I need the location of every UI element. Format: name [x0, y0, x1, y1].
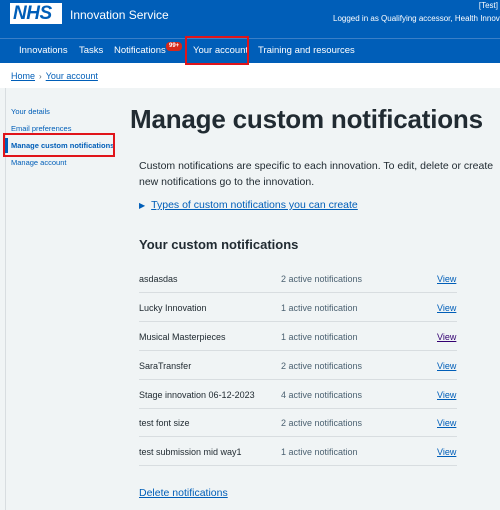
sidebar-highlight-box — [3, 133, 115, 157]
table-row: test font size 2 active notifications Vi… — [139, 408, 457, 437]
table-row: SaraTransfer 2 active notifications View — [139, 351, 457, 380]
service-name[interactable]: Innovation Service — [70, 8, 169, 22]
nhs-logo[interactable]: NHS — [10, 3, 62, 24]
nav-item-innovations[interactable]: Innovations — [19, 45, 68, 56]
your-account-highlight-box — [185, 36, 249, 65]
nav-item-tasks[interactable]: Tasks — [79, 45, 103, 56]
view-link[interactable]: View — [437, 390, 456, 400]
innovation-name: Stage innovation 06-12-2023 — [139, 390, 255, 400]
innovation-name: SaraTransfer — [139, 361, 192, 371]
innovation-name: test font size — [139, 418, 190, 428]
intro-text: Custom notifications are specific to eac… — [139, 160, 494, 188]
delete-notifications-link[interactable]: Delete notifications — [139, 487, 228, 499]
table-row: Musical Masterpieces 1 active notificati… — [139, 322, 457, 351]
table-row: test submission mid way1 1 active notifi… — [139, 437, 457, 466]
nav-item-notifications[interactable]: Notifications — [114, 45, 166, 56]
table-row: Lucky Innovation 1 active notification V… — [139, 293, 457, 322]
notification-count: 1 active notification — [281, 332, 358, 342]
section-title: Your custom notifications — [139, 237, 299, 252]
view-link[interactable]: View — [437, 361, 456, 371]
notification-count: 2 active notifications — [281, 418, 363, 428]
nav-item-training-and-resources[interactable]: Training and resources — [258, 45, 355, 56]
view-link[interactable]: View — [437, 303, 456, 313]
innovation-name: Musical Masterpieces — [139, 332, 226, 342]
logged-in-status: Logged in as Qualifying accessor, Health… — [333, 14, 500, 23]
triangle-right-icon: ▶ — [139, 201, 146, 210]
view-link[interactable]: View — [437, 332, 456, 342]
breadcrumb-your-account-link[interactable]: Your account — [46, 71, 98, 81]
notification-count: 1 active notification — [281, 447, 358, 457]
table-row: Stage innovation 06-12-2023 4 active not… — [139, 380, 457, 409]
sidebar-item-your-details[interactable]: Your details — [11, 107, 50, 116]
innovation-name: Lucky Innovation — [139, 303, 207, 313]
notification-count: 1 active notification — [281, 303, 358, 313]
environment-tag: [Test] — [478, 1, 498, 10]
view-link[interactable]: View — [437, 418, 456, 428]
breadcrumb-home-link[interactable]: Home — [11, 71, 35, 81]
notification-count: 2 active notifications — [281, 361, 363, 371]
table-row: asdasdas 2 active notifications View — [139, 264, 457, 293]
sidebar-item-email-preferences[interactable]: Email preferences — [11, 124, 71, 133]
sidebar-item-manage-account[interactable]: Manage account — [11, 158, 66, 167]
innovation-name: test submission mid way1 — [139, 447, 242, 457]
notification-count: 4 active notifications — [281, 390, 363, 400]
site-header: NHS Innovation Service [Test] Logged in … — [0, 0, 500, 38]
chevron-right-icon: › — [39, 72, 42, 81]
view-link[interactable]: View — [437, 274, 456, 284]
view-link[interactable]: View — [437, 447, 456, 457]
types-details-toggle[interactable]: ▶ Types of custom notifications you can c… — [139, 199, 358, 211]
nhs-logo-text: NHS — [13, 3, 52, 24]
main-navigation: Innovations Tasks Notifications 99+ Your… — [0, 38, 500, 63]
innovation-name: asdasdas — [139, 274, 178, 284]
notification-count: 2 active notifications — [281, 274, 363, 284]
breadcrumb: Home › Your account — [11, 71, 98, 81]
types-details-link[interactable]: Types of custom notifications you can cr… — [151, 199, 358, 211]
page-title: Manage custom notifications — [130, 104, 483, 134]
notifications-count-badge: 99+ — [166, 42, 183, 51]
